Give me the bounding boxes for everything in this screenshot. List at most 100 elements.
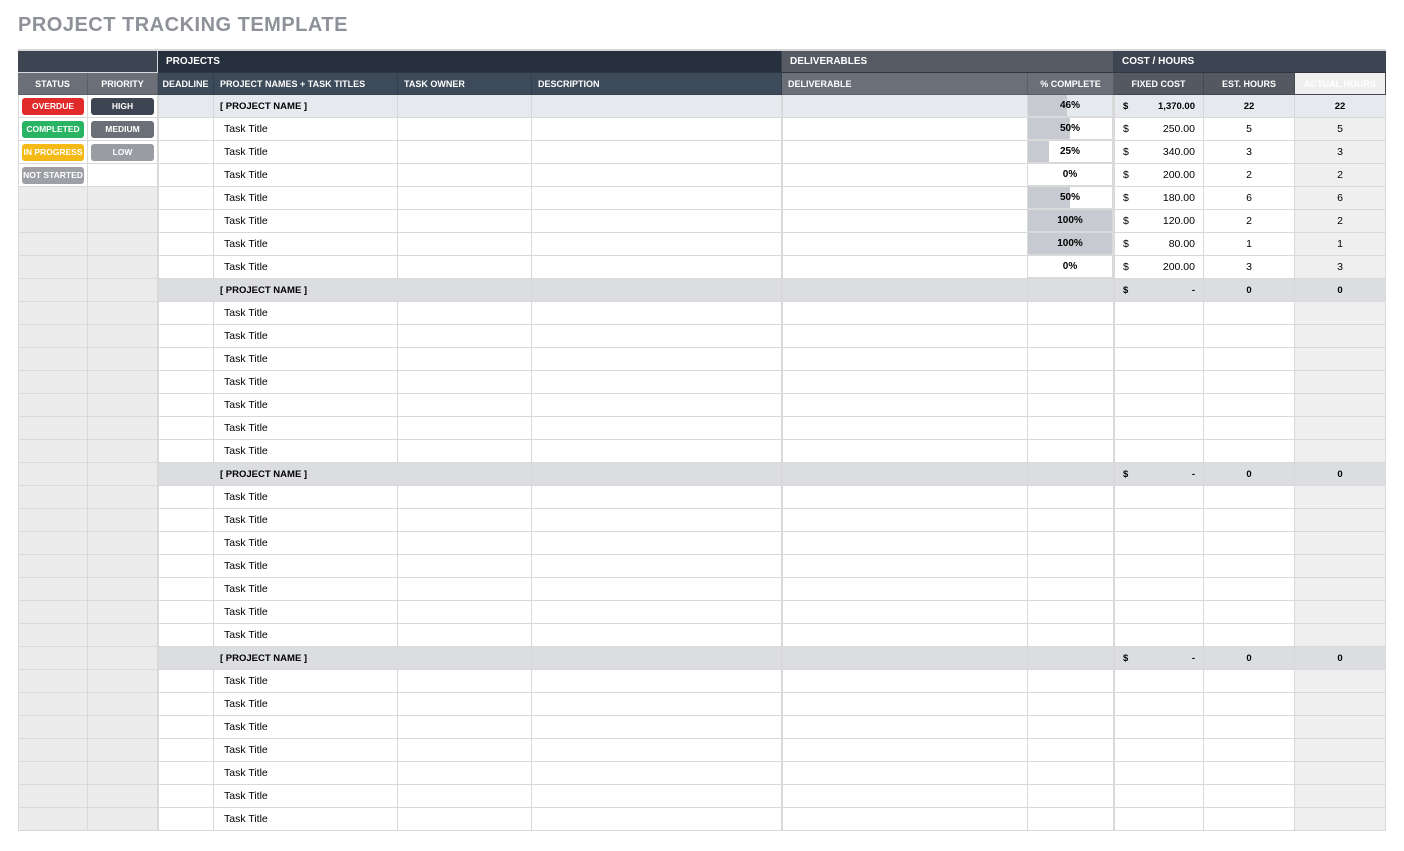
status-cell[interactable]	[18, 417, 88, 440]
priority-cell[interactable]	[88, 233, 158, 256]
name-cell[interactable]: Task Title	[214, 187, 398, 210]
deliverable-cell[interactable]	[782, 486, 1028, 509]
status-cell[interactable]	[18, 624, 88, 647]
description-cell[interactable]	[532, 417, 782, 440]
deadline-cell[interactable]	[158, 371, 214, 394]
name-cell[interactable]: Task Title	[214, 118, 398, 141]
fixed-cost-cell[interactable]	[1114, 371, 1204, 394]
description-cell[interactable]	[532, 532, 782, 555]
pct-cell[interactable]	[1028, 417, 1114, 440]
description-cell[interactable]	[532, 808, 782, 831]
deliverable-cell[interactable]	[782, 302, 1028, 325]
deliverable-cell[interactable]	[782, 762, 1028, 785]
deliverable-cell[interactable]	[782, 647, 1028, 670]
owner-cell[interactable]	[398, 325, 532, 348]
actual-hours-cell[interactable]	[1295, 670, 1386, 693]
est-hours-cell[interactable]: 3	[1204, 256, 1295, 279]
deadline-cell[interactable]	[158, 279, 214, 302]
deliverable-cell[interactable]	[782, 808, 1028, 831]
owner-cell[interactable]	[398, 118, 532, 141]
pct-cell[interactable]: 0%	[1028, 164, 1114, 187]
priority-cell[interactable]	[88, 371, 158, 394]
name-cell[interactable]: [ PROJECT NAME ]	[214, 647, 398, 670]
deadline-cell[interactable]	[158, 624, 214, 647]
est-hours-cell[interactable]	[1204, 762, 1295, 785]
pct-cell[interactable]: 46%	[1028, 95, 1114, 118]
pct-cell[interactable]	[1028, 440, 1114, 463]
priority-pill[interactable]: LOW	[91, 144, 154, 161]
status-cell[interactable]: IN PROGRESS	[18, 141, 88, 164]
status-cell[interactable]	[18, 440, 88, 463]
status-cell[interactable]	[18, 187, 88, 210]
deadline-cell[interactable]	[158, 394, 214, 417]
name-cell[interactable]: Task Title	[214, 670, 398, 693]
owner-cell[interactable]	[398, 141, 532, 164]
name-cell[interactable]: Task Title	[214, 256, 398, 279]
priority-cell[interactable]	[88, 762, 158, 785]
deadline-cell[interactable]	[158, 187, 214, 210]
fixed-cost-cell[interactable]: $-	[1114, 463, 1204, 486]
name-cell[interactable]: Task Title	[214, 164, 398, 187]
owner-cell[interactable]	[398, 371, 532, 394]
description-cell[interactable]	[532, 256, 782, 279]
description-cell[interactable]	[532, 325, 782, 348]
deliverable-cell[interactable]	[782, 325, 1028, 348]
owner-cell[interactable]	[398, 187, 532, 210]
actual-hours-cell[interactable]	[1295, 555, 1386, 578]
owner-cell[interactable]	[398, 95, 532, 118]
est-hours-cell[interactable]	[1204, 601, 1295, 624]
est-hours-cell[interactable]: 0	[1204, 279, 1295, 302]
deliverable-cell[interactable]	[782, 371, 1028, 394]
est-hours-cell[interactable]	[1204, 555, 1295, 578]
deadline-cell[interactable]	[158, 808, 214, 831]
deadline-cell[interactable]	[158, 785, 214, 808]
actual-hours-cell[interactable]: 22	[1295, 95, 1386, 118]
description-cell[interactable]	[532, 348, 782, 371]
fixed-cost-cell[interactable]	[1114, 509, 1204, 532]
fixed-cost-cell[interactable]: $120.00	[1114, 210, 1204, 233]
name-cell[interactable]: [ PROJECT NAME ]	[214, 279, 398, 302]
fixed-cost-cell[interactable]	[1114, 601, 1204, 624]
priority-cell[interactable]	[88, 785, 158, 808]
status-cell[interactable]	[18, 233, 88, 256]
est-hours-cell[interactable]	[1204, 670, 1295, 693]
actual-hours-cell[interactable]: 2	[1295, 164, 1386, 187]
description-cell[interactable]	[532, 164, 782, 187]
actual-hours-cell[interactable]	[1295, 532, 1386, 555]
status-cell[interactable]	[18, 509, 88, 532]
fixed-cost-cell[interactable]	[1114, 348, 1204, 371]
fixed-cost-cell[interactable]: $180.00	[1114, 187, 1204, 210]
priority-cell[interactable]	[88, 417, 158, 440]
owner-cell[interactable]	[398, 440, 532, 463]
priority-cell[interactable]	[88, 670, 158, 693]
status-cell[interactable]	[18, 762, 88, 785]
actual-hours-cell[interactable]: 6	[1295, 187, 1386, 210]
owner-cell[interactable]	[398, 394, 532, 417]
priority-cell[interactable]	[88, 187, 158, 210]
priority-cell[interactable]: HIGH	[88, 95, 158, 118]
priority-cell[interactable]	[88, 509, 158, 532]
pct-cell[interactable]: 100%	[1028, 233, 1114, 256]
status-cell[interactable]	[18, 693, 88, 716]
status-cell[interactable]	[18, 601, 88, 624]
actual-hours-cell[interactable]	[1295, 509, 1386, 532]
description-cell[interactable]	[532, 693, 782, 716]
description-cell[interactable]	[532, 578, 782, 601]
priority-cell[interactable]	[88, 808, 158, 831]
actual-hours-cell[interactable]	[1295, 394, 1386, 417]
owner-cell[interactable]	[398, 739, 532, 762]
fixed-cost-cell[interactable]	[1114, 302, 1204, 325]
deliverable-cell[interactable]	[782, 164, 1028, 187]
status-cell[interactable]: OVERDUE	[18, 95, 88, 118]
owner-cell[interactable]	[398, 670, 532, 693]
name-cell[interactable]: Task Title	[214, 325, 398, 348]
name-cell[interactable]: Task Title	[214, 785, 398, 808]
actual-hours-cell[interactable]	[1295, 486, 1386, 509]
fixed-cost-cell[interactable]: $250.00	[1114, 118, 1204, 141]
deliverable-cell[interactable]	[782, 417, 1028, 440]
description-cell[interactable]	[532, 555, 782, 578]
pct-cell[interactable]	[1028, 348, 1114, 371]
fixed-cost-cell[interactable]	[1114, 486, 1204, 509]
actual-hours-cell[interactable]	[1295, 762, 1386, 785]
pct-cell[interactable]	[1028, 279, 1114, 302]
